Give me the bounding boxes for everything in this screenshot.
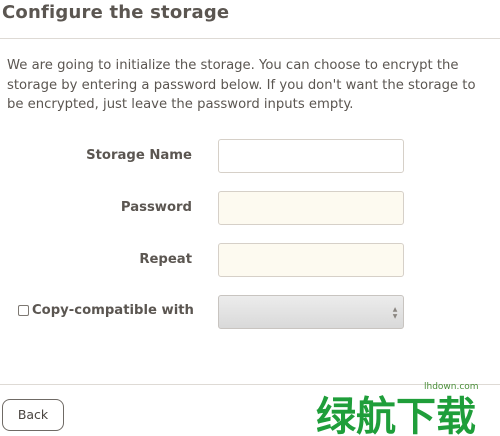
lhdown-watermark-logo: lhdown.com 绿航下载 — [316, 382, 479, 436]
copy-compatible-row: Copy-compatible with ▲ ▼ — [0, 295, 500, 331]
storage-name-row: Storage Name — [0, 139, 500, 175]
copy-compatible-checkbox[interactable] — [18, 305, 29, 316]
copy-compatible-select[interactable]: ▲ ▼ — [218, 295, 404, 329]
repeat-row: Repeat — [0, 243, 500, 279]
storage-name-label: Storage Name — [86, 148, 192, 163]
copy-compatible-label: Copy-compatible with — [32, 303, 194, 318]
password-input[interactable] — [218, 191, 404, 225]
page-title: Configure the storage — [2, 2, 230, 23]
repeat-label: Repeat — [139, 252, 192, 267]
password-row: Password — [0, 191, 500, 227]
copy-compatible-toggle[interactable]: Copy-compatible with — [18, 303, 194, 318]
description-text: We are going to initialize the storage. … — [7, 58, 476, 112]
watermark-text: 绿航下载 — [316, 394, 476, 436]
select-arrows-icon: ▲ ▼ — [392, 306, 398, 320]
password-label: Password — [120, 200, 192, 215]
storage-config-page: Configure the storage We are going to in… — [0, 0, 500, 436]
back-button[interactable]: Back — [2, 399, 64, 431]
storage-name-input[interactable] — [218, 139, 404, 173]
header-divider — [0, 38, 500, 39]
repeat-password-input[interactable] — [218, 243, 404, 277]
watermark-site: lhdown.com — [424, 382, 479, 392]
